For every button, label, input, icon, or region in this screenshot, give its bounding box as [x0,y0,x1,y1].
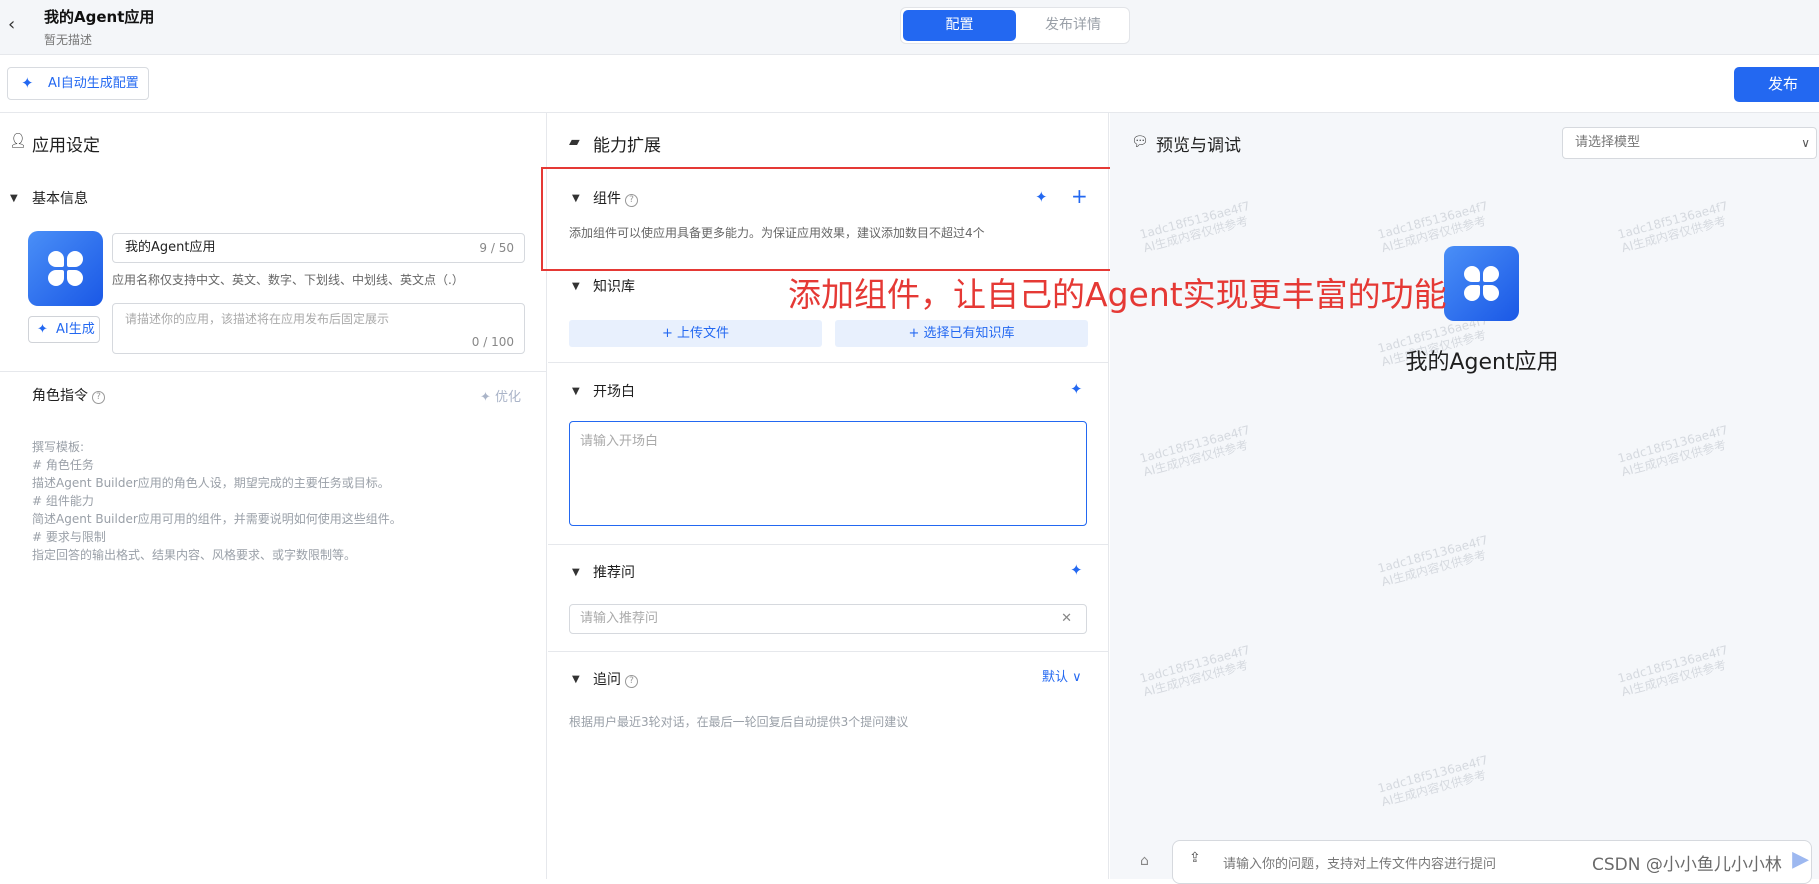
toolbar: ✦ AI自动生成配置 发布 [0,55,1819,113]
upload-file-button[interactable]: + 上传文件 [569,320,822,347]
app-avatar[interactable] [28,231,103,306]
followup-mode-select[interactable]: 默认 ∨ [1042,666,1082,685]
knowledge-base-title: 知识库 [593,279,635,295]
app-name-hint: 应用名称仅支持中文、英文、数字、下划线、中划线、英文点（.） [112,273,464,287]
model-select[interactable]: 请选择模型 ∨ [1562,127,1817,159]
ai-generate-config-button[interactable]: ✦ AI自动生成配置 [7,67,149,100]
opening-input[interactable]: 请输入开场白 [569,421,1087,526]
ai-sparkle-icon[interactable]: ✦ [1035,188,1048,206]
preview-title: 预览与调试 [1156,136,1241,156]
annotation-text: 添加组件，让自己的Agent实现更丰富的功能 [788,275,1447,314]
capability-title: 能力扩展 [593,136,661,156]
caret-down-icon[interactable]: ▼ [572,674,580,685]
ai-sparkle-icon[interactable]: ✦ [1070,561,1083,579]
app-name-input[interactable]: 我的Agent应用 9 / 50 [112,233,525,263]
select-knowledge-base-button[interactable]: + 选择已有知识库 [835,320,1088,347]
sparkle-icon: ✦ [21,74,34,92]
broom-icon[interactable]: ⌂ [1140,853,1149,869]
model-placeholder: 请选择模型 [1575,135,1641,150]
ai-generate-avatar-button[interactable]: ✦ AI生成 [28,316,100,343]
ai-generate-label: AI生成 [56,322,95,337]
tab-publish-details[interactable]: 发布详情 [1019,10,1127,41]
followup-title: 追问? [593,669,638,689]
app-description-placeholder: 请描述你的应用，该描述将在应用发布后固定展示 [125,312,390,326]
role-instruction-title: 角色指令? [32,385,105,405]
recommend-placeholder: 请输入推荐问 [580,611,659,626]
plugin-icon: ▰ [569,134,580,150]
caret-down-icon[interactable]: ▼ [572,567,580,578]
chevron-down-icon: ∨ [1072,670,1082,685]
top-bar: ‹ 我的Agent应用 暂无描述 配置 发布详情 [0,0,1819,55]
publish-button[interactable]: 发布 [1734,67,1819,102]
close-icon[interactable]: ✕ [1061,605,1072,633]
caret-down-icon[interactable]: ▼ [572,386,580,397]
divider [548,362,1109,363]
mode-tabs: 配置 发布详情 [900,7,1130,44]
optimize-button[interactable]: ✦ 优化 [480,386,521,405]
app-name-value: 我的Agent应用 [125,240,216,255]
preview-app-name: 我的Agent应用 [1405,350,1559,375]
caret-down-icon[interactable]: ▼ [10,193,18,204]
chat-icon: 💬︎ [1131,134,1149,150]
user-icon: 👤︎ [9,133,27,149]
basic-info-title: 基本信息 [32,191,88,207]
divider [548,651,1109,652]
followup-description: 根据用户最近3轮对话，在最后一轮回复后自动提供3个提问建议 [569,715,909,729]
app-settings-panel: 👤︎ 应用设定 ▼ 基本信息 ✦ AI生成 我的Agent应用 9 / 50 应… [0,113,547,879]
divider [548,544,1109,545]
help-icon: ? [625,675,638,688]
ai-sparkle-icon[interactable]: ✦ [1070,380,1083,398]
app-name-count: 9 / 50 [479,241,514,255]
role-instruction-template[interactable]: 撰写模板: # 角色任务 描述Agent Builder应用的角色人设，期望完成… [32,438,402,564]
send-icon[interactable]: ▶ [1792,847,1809,872]
app-description-count: 0 / 100 [471,335,514,349]
preview-avatar [1444,246,1519,321]
help-icon: ? [625,194,638,207]
highlight-box [541,167,1116,271]
tab-config[interactable]: 配置 [903,10,1016,41]
sparkle-icon: ✦ [37,322,48,337]
csdn-watermark: CSDN @小小鱼儿小小林 [1592,855,1782,875]
divider [0,371,547,372]
app-description: 暂无描述 [44,33,93,47]
back-arrow-icon[interactable]: ‹ [8,14,24,35]
components-title: 组件? [593,188,638,208]
upload-icon[interactable]: ⇪ [1189,850,1201,866]
chat-input-placeholder: 请输入你的问题，支持对上传文件内容进行提问 [1223,857,1497,872]
chevron-down-icon: ∨ [1801,136,1810,150]
app-settings-title: 应用设定 [32,136,100,156]
add-component-icon[interactable]: + [1071,184,1088,208]
recommend-title: 推荐问 [593,565,635,581]
ai-generate-config-label: AI自动生成配置 [48,76,139,91]
app-title: 我的Agent应用 [44,8,155,26]
opening-title: 开场白 [593,384,635,400]
components-description: 添加组件可以使应用具备更多能力。为保证应用效果，建议添加数目不超过4个 [569,226,985,240]
caret-down-icon[interactable]: ▼ [572,193,580,204]
help-icon: ? [92,391,105,404]
app-description-input[interactable]: 请描述你的应用，该描述将在应用发布后固定展示 0 / 100 [112,303,525,354]
caret-down-icon[interactable]: ▼ [572,281,580,292]
recommend-input[interactable]: 请输入推荐问 ✕ [569,604,1087,634]
